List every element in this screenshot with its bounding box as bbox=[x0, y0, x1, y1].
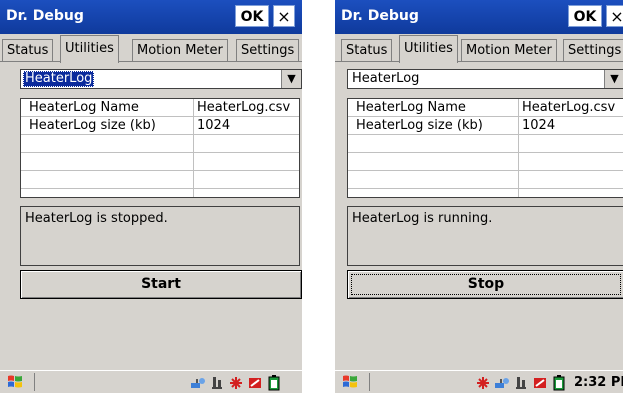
ok-button[interactable]: OK bbox=[568, 5, 602, 27]
table-row: HeaterLog Name HeaterLog.csv bbox=[348, 99, 623, 117]
chevron-down-icon[interactable]: ▼ bbox=[281, 70, 301, 88]
log-info-table: HeaterLog Name HeaterLog.csv HeaterLog s… bbox=[20, 98, 300, 198]
window-title: Dr. Debug bbox=[341, 8, 419, 24]
status-message: HeaterLog is stopped. bbox=[20, 206, 300, 266]
battery-icon[interactable] bbox=[266, 374, 282, 391]
table-row-empty bbox=[348, 171, 623, 189]
clock[interactable]: 2:32 PM bbox=[574, 375, 623, 390]
tab-strip: Status Utilities Motion Meter Settings bbox=[335, 34, 623, 63]
tab-utilities[interactable]: Utilities bbox=[399, 35, 458, 63]
windows-start-icon[interactable] bbox=[6, 373, 24, 391]
taskbar: 2:32 PM bbox=[335, 370, 623, 393]
wireless-off-icon[interactable] bbox=[532, 375, 548, 391]
log-type-select[interactable]: HeaterLog ▼ bbox=[347, 69, 623, 89]
close-button[interactable]: × bbox=[273, 5, 295, 27]
table-row-empty bbox=[348, 135, 623, 153]
taskbar bbox=[0, 370, 302, 393]
network-icon[interactable] bbox=[494, 375, 510, 391]
cell-value: 1024 bbox=[197, 118, 231, 133]
system-tray: 2:32 PM bbox=[475, 374, 623, 391]
log-type-value: HeaterLog bbox=[352, 71, 420, 86]
tab-utilities[interactable]: Utilities bbox=[60, 35, 119, 63]
focus-outline bbox=[351, 274, 621, 295]
taskbar-separator bbox=[369, 373, 370, 391]
screen-running: Dr. Debug OK × Status Utilities Motion M… bbox=[335, 0, 623, 393]
cell-value: HeaterLog.csv bbox=[197, 100, 291, 115]
taskbar-separator bbox=[34, 373, 35, 391]
usb-icon[interactable] bbox=[513, 375, 529, 391]
window-title: Dr. Debug bbox=[6, 8, 84, 24]
chevron-down-icon[interactable]: ▼ bbox=[604, 70, 623, 88]
table-row-empty bbox=[348, 153, 623, 171]
cell-label: HeaterLog Name bbox=[356, 100, 466, 115]
cell-label: HeaterLog Name bbox=[29, 100, 139, 115]
status-message: HeaterLog is running. bbox=[347, 206, 623, 266]
title-bar: Dr. Debug OK × bbox=[0, 0, 302, 34]
log-type-value: HeaterLog bbox=[23, 71, 95, 87]
table-row: HeaterLog size (kb) 1024 bbox=[348, 117, 623, 135]
tab-strip: Status Utilities Motion Meter Settings bbox=[0, 34, 302, 63]
log-info-table: HeaterLog Name HeaterLog.csv HeaterLog s… bbox=[347, 98, 623, 198]
stop-button[interactable]: Stop bbox=[347, 270, 623, 299]
cell-label: HeaterLog size (kb) bbox=[356, 118, 483, 133]
tab-settings[interactable]: Settings bbox=[563, 39, 623, 62]
start-button[interactable]: Start bbox=[20, 270, 302, 299]
tab-status[interactable]: Status bbox=[341, 39, 393, 62]
usb-icon[interactable] bbox=[209, 375, 225, 391]
tab-motion-meter[interactable]: Motion Meter bbox=[461, 39, 557, 62]
log-type-select[interactable]: HeaterLog ▼ bbox=[20, 69, 302, 89]
cell-label: HeaterLog size (kb) bbox=[29, 118, 156, 133]
table-row: HeaterLog size (kb) 1024 bbox=[21, 117, 299, 135]
table-row-empty bbox=[21, 171, 299, 189]
bluetooth-icon[interactable] bbox=[475, 375, 491, 391]
screen-stopped: Dr. Debug OK × Status Utilities Motion M… bbox=[0, 0, 302, 393]
tab-divider bbox=[335, 61, 623, 62]
close-button[interactable]: × bbox=[606, 5, 623, 27]
table-row-empty bbox=[21, 153, 299, 171]
windows-start-icon[interactable] bbox=[341, 373, 359, 391]
tab-settings[interactable]: Settings bbox=[236, 39, 300, 62]
cell-value: 1024 bbox=[522, 118, 556, 133]
cell-value: HeaterLog.csv bbox=[522, 100, 616, 115]
battery-icon[interactable] bbox=[551, 374, 567, 391]
wireless-off-icon[interactable] bbox=[247, 375, 263, 391]
network-icon[interactable] bbox=[190, 375, 206, 391]
bluetooth-icon[interactable] bbox=[228, 375, 244, 391]
table-row-empty bbox=[21, 135, 299, 153]
tab-motion-meter[interactable]: Motion Meter bbox=[132, 39, 228, 62]
system-tray bbox=[190, 374, 282, 391]
ok-button[interactable]: OK bbox=[235, 5, 269, 27]
tab-status[interactable]: Status bbox=[2, 39, 54, 62]
table-row: HeaterLog Name HeaterLog.csv bbox=[21, 99, 299, 117]
tab-divider bbox=[0, 61, 302, 62]
title-bar: Dr. Debug OK × bbox=[335, 0, 623, 34]
start-button-label: Start bbox=[141, 276, 181, 292]
